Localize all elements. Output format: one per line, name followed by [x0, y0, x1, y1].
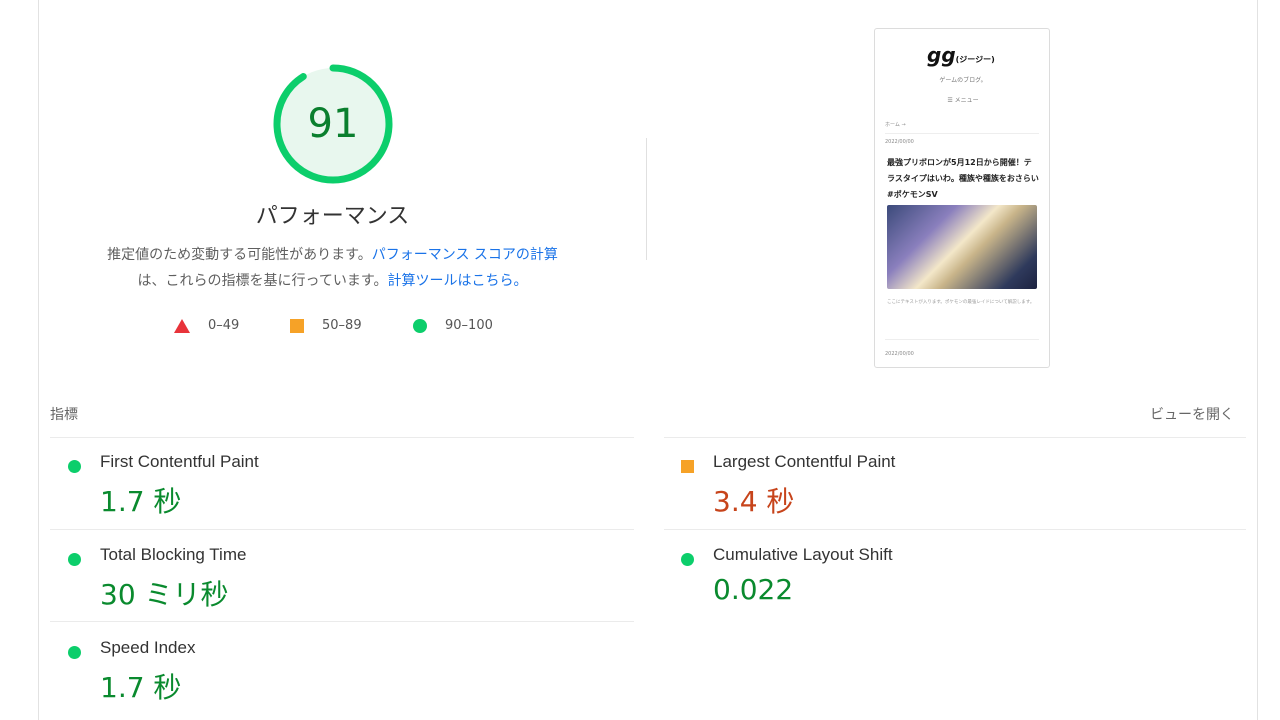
category-title: パフォーマンス — [255, 204, 410, 229]
metrics-label: 指標 — [50, 407, 78, 423]
legend-item-pass: 90–100 — [413, 318, 493, 333]
score-calculation-link[interactable]: パフォーマンス スコアの計算 — [372, 247, 558, 263]
site-logo-sub: (ジージー) — [955, 55, 995, 64]
score-description: 推定値のため変動する可能性があります。パフォーマンス スコアの計算 は、これらの… — [70, 242, 595, 294]
description-text: 推定値のため変動する可能性があります。 — [107, 247, 372, 263]
post-date-bottom: 2022/00/00 — [885, 351, 914, 357]
metric-cumulative-layout-shift: Cumulative Layout Shift 0.022 — [663, 531, 1223, 623]
expand-view-toggle[interactable]: ビューを開く — [1150, 404, 1234, 424]
legend-item-average: 50–89 — [290, 318, 362, 333]
metric-total-blocking-time: Total Blocking Time 30 ミリ秒 — [50, 531, 610, 623]
legend-item-fail: 0–49 — [174, 318, 239, 333]
legend-label: 0–49 — [208, 318, 240, 333]
circle-pass-icon — [68, 460, 81, 473]
square-average-icon — [290, 318, 304, 333]
square-average-icon — [681, 460, 694, 473]
performance-score-gauge: 91 — [271, 62, 395, 186]
performance-score-value: 91 — [307, 101, 359, 147]
divider — [885, 339, 1039, 340]
metric-name: Total Blocking Time — [100, 545, 247, 564]
site-breadcrumb: ホーム → — [885, 122, 906, 128]
legend-label: 90–100 — [445, 318, 493, 333]
site-tagline: ゲームのブログ。 — [939, 77, 987, 84]
metric-name: Largest Contentful Paint — [713, 452, 896, 471]
metric-largest-contentful-paint: Largest Contentful Paint 3.4 秒 — [663, 438, 1223, 530]
post-date: 2022/00/00 — [885, 139, 914, 145]
calculator-link[interactable]: 計算ツールはこちら。 — [387, 273, 527, 289]
metric-value: 3.4 秒 — [713, 485, 795, 518]
metric-value: 1.7 秒 — [100, 485, 182, 518]
site-logo: gg(ジージー) — [927, 43, 995, 67]
post-image — [887, 205, 1037, 289]
metric-value: 0.022 — [713, 573, 794, 606]
metric-value: 30 ミリ秒 — [100, 578, 229, 611]
metric-first-contentful-paint: First Contentful Paint 1.7 秒 — [50, 438, 610, 530]
site-logo-text: gg — [927, 43, 956, 67]
metric-speed-index: Speed Index 1.7 秒 — [50, 624, 610, 716]
vertical-divider — [646, 138, 647, 260]
circle-pass-icon — [681, 553, 694, 566]
description-text-2: は、これらの指標を基に行っています。 — [137, 273, 388, 289]
site-menu: ☰ メニュー — [947, 97, 979, 104]
circle-pass-icon — [68, 553, 81, 566]
divider — [885, 133, 1039, 134]
metric-value: 1.7 秒 — [100, 671, 182, 704]
post-headline: 最強プリボロンが5月12日から開催！テラスタイプはいわ。種族や種族をおさらい #… — [887, 158, 1039, 199]
page-screenshot-thumbnail[interactable]: gg(ジージー) ゲームのブログ。 ☰ メニュー ホーム → 2022/00/0… — [874, 28, 1050, 368]
triangle-fail-icon — [174, 318, 190, 333]
metric-name: Speed Index — [100, 638, 196, 657]
post-excerpt: ここにテキストが入ります。ポケモンの最強レイドについて解説します。 — [887, 300, 1035, 305]
metric-name: First Contentful Paint — [100, 452, 259, 471]
metric-name: Cumulative Layout Shift — [713, 545, 893, 564]
circle-pass-icon — [68, 646, 81, 659]
circle-pass-icon — [413, 318, 427, 333]
legend-label: 50–89 — [322, 318, 362, 333]
